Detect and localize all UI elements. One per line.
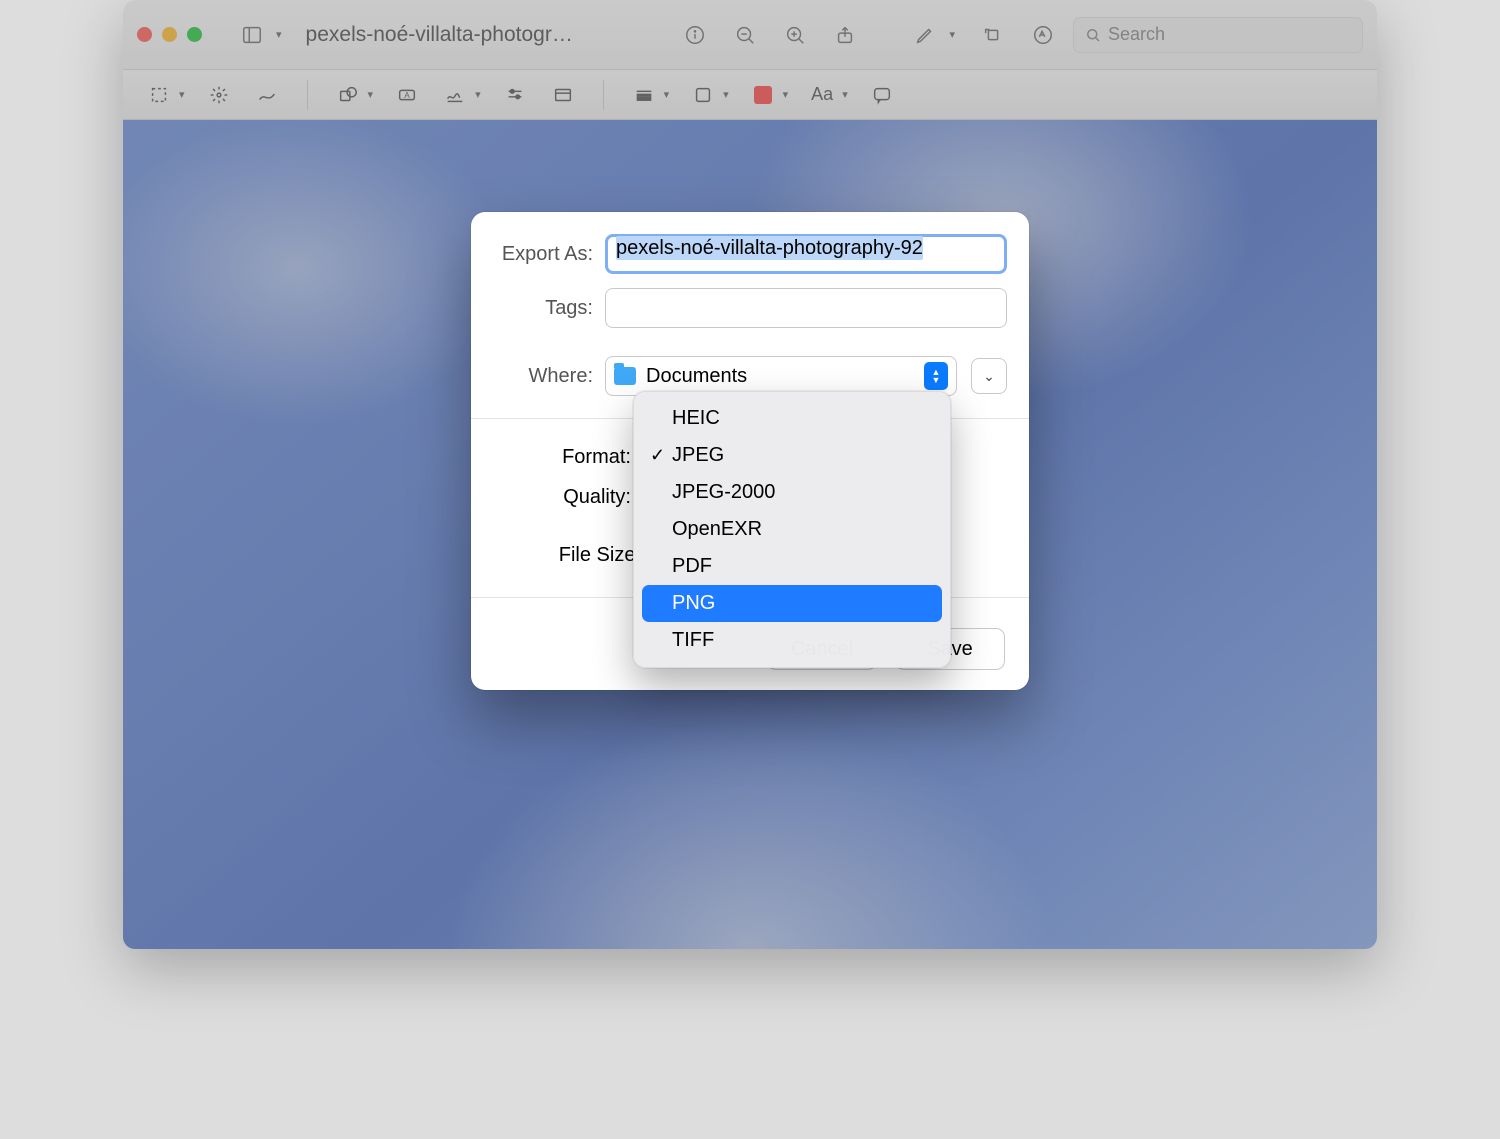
export-as-field[interactable]: pexels-noé-villalta-photography-92 [605,234,1007,274]
chevron-down-icon[interactable]: ▾ [276,28,282,41]
tags-field[interactable] [605,288,1007,328]
line-style-icon[interactable] [622,77,666,113]
quality-label: Quality: [531,486,641,509]
where-label: Where: [493,365,605,388]
chevron-down-icon[interactable]: ▾ [475,88,481,101]
app-window: ▾ pexels-noé-villalta-photogr… ▾ Search … [123,0,1377,949]
selection-tool-icon[interactable] [137,77,181,113]
text-style-icon[interactable]: Aa [800,77,844,113]
format-menu-item[interactable]: JPEG-2000 [642,474,942,511]
info-icon[interactable] [675,15,715,55]
instant-alpha-icon[interactable] [197,77,241,113]
chevron-down-icon[interactable]: ▾ [664,88,670,101]
markup-pencil-icon[interactable] [905,15,945,55]
format-menu-item[interactable]: PDF [642,548,942,585]
minimize-window-button[interactable] [162,27,177,42]
format-menu[interactable]: HEICJPEGJPEG-2000OpenEXRPDFPNGTIFF [633,391,951,668]
folder-icon [614,367,636,385]
svg-text:A: A [404,90,410,99]
format-label: Format: [531,446,641,469]
shapes-icon[interactable] [326,77,370,113]
fill-color-icon[interactable] [741,77,785,113]
titlebar: ▾ pexels-noé-villalta-photogr… ▾ Search [123,0,1377,70]
search-field[interactable]: Search [1073,17,1363,53]
chevron-down-icon[interactable]: ▾ [179,88,185,101]
sketch-tool-icon[interactable] [245,77,289,113]
tags-label: Tags: [493,297,605,320]
zoom-in-icon[interactable] [775,15,815,55]
zoom-out-icon[interactable] [725,15,765,55]
search-placeholder: Search [1108,24,1165,45]
chevron-down-icon[interactable]: ▾ [783,88,789,101]
document-title: pexels-noé-villalta-photogr… [306,23,573,47]
format-menu-item[interactable]: OpenEXR [642,511,942,548]
share-icon[interactable] [825,15,865,55]
annotate-icon[interactable] [860,77,904,113]
markup-toolbar: ▾ ▾ A ▾ ▾ ▾ ▾ Aa▾ [123,70,1377,120]
chevron-down-icon[interactable]: ▾ [949,28,955,41]
format-menu-item[interactable]: TIFF [642,622,942,659]
where-value: Documents [646,365,747,388]
window-controls [137,27,202,42]
sidebar-toggle-icon[interactable] [232,15,272,55]
zoom-window-button[interactable] [187,27,202,42]
adjust-size-icon[interactable] [541,77,585,113]
format-menu-item[interactable]: JPEG [642,437,942,474]
border-color-icon[interactable] [681,77,725,113]
expand-dialog-button[interactable]: ⌄ [971,358,1007,394]
chevron-down-icon[interactable]: ▾ [368,88,374,101]
export-as-label: Export As: [493,243,605,266]
export-as-value: pexels-noé-villalta-photography-92 [616,236,923,260]
chevron-down-icon[interactable]: ▾ [842,88,848,101]
format-menu-item[interactable]: HEIC [642,400,942,437]
chevron-down-icon: ⌄ [983,368,995,385]
sign-tool-icon[interactable] [433,77,477,113]
adjust-color-icon[interactable] [493,77,537,113]
text-tool-icon[interactable]: A [385,77,429,113]
updown-stepper-icon: ▲▼ [924,362,948,390]
where-popup[interactable]: Documents ▲▼ [605,356,957,396]
markup-toggle-icon[interactable] [1023,15,1063,55]
chevron-down-icon[interactable]: ▾ [723,88,729,101]
format-menu-item[interactable]: PNG [642,585,942,622]
close-window-button[interactable] [137,27,152,42]
rotate-icon[interactable] [973,15,1013,55]
